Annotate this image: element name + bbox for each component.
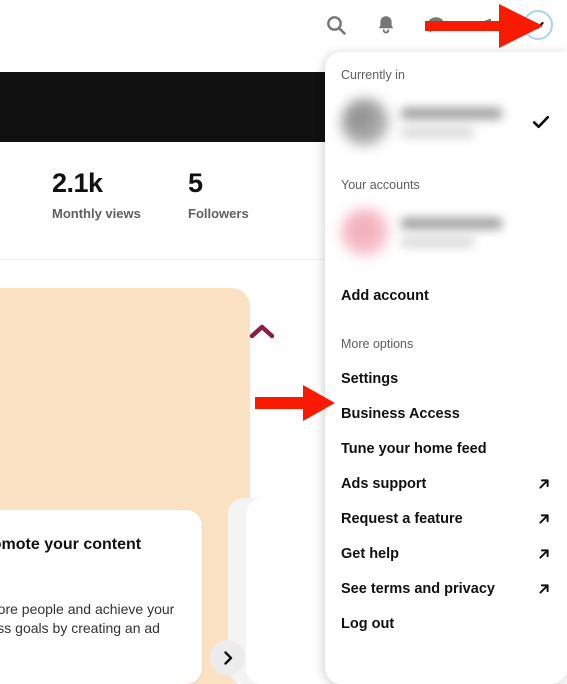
external-link-arrow-icon xyxy=(537,582,551,596)
top-icon-row xyxy=(323,10,553,40)
menu-item-label: Settings xyxy=(341,370,399,387)
menu-item-label: Log out xyxy=(341,615,395,632)
menu-item-tune-your-home-feed[interactable]: Tune your home feed xyxy=(325,431,567,466)
check-icon xyxy=(531,112,551,132)
stat-value: 2.1k xyxy=(52,168,103,198)
megaphone-icon[interactable] xyxy=(473,12,499,38)
external-link-arrow-icon xyxy=(537,512,551,526)
profile-cover-banner xyxy=(0,72,332,142)
stat-label: Monthly views xyxy=(52,206,141,221)
profile-stats: 2.1k Monthly views 5 Followers xyxy=(0,150,332,260)
add-account-label: Add account xyxy=(341,287,429,304)
avatar xyxy=(341,98,389,146)
menu-item-log-out[interactable]: Log out xyxy=(325,606,567,641)
menu-item-label: Business Access xyxy=(341,405,460,422)
your-accounts-label: Your accounts xyxy=(341,178,420,192)
menu-item-label: Ads support xyxy=(341,475,427,492)
menu-item-see-terms-and-privacy[interactable]: See terms and privacy xyxy=(325,571,567,606)
external-link-arrow-icon xyxy=(537,547,551,561)
bell-icon[interactable] xyxy=(373,12,399,38)
top-navigation-bar xyxy=(0,0,567,52)
promo-card[interactable]: Promote your content Reach more people a… xyxy=(0,510,202,684)
menu-item-label: See terms and privacy xyxy=(341,580,495,597)
stat-label: Followers xyxy=(188,206,249,221)
promo-card-body: Reach more people and achieve your busin… xyxy=(0,601,175,636)
stat-followers: 5 Followers xyxy=(188,168,249,222)
message-bubble-icon[interactable] xyxy=(423,12,449,38)
menu-item-label: Request a feature xyxy=(341,510,463,527)
current-account-row[interactable] xyxy=(325,90,567,154)
external-link-arrow-icon xyxy=(537,477,551,491)
account-name-redacted xyxy=(401,217,519,247)
other-account-row[interactable] xyxy=(325,200,567,264)
menu-item-business-access[interactable]: Business Access xyxy=(325,396,567,431)
menu-item-label: Get help xyxy=(341,545,400,562)
chevron-right-icon xyxy=(223,650,232,665)
carousel-next-button[interactable] xyxy=(210,640,245,675)
chevron-up-icon[interactable] xyxy=(249,322,275,345)
account-switcher-button[interactable] xyxy=(523,10,553,40)
avatar xyxy=(341,208,389,256)
menu-item-label: Tune your home feed xyxy=(341,440,487,457)
add-account-button[interactable]: Add account xyxy=(325,278,567,313)
menu-item-request-a-feature[interactable]: Request a feature xyxy=(325,501,567,536)
chevron-down-icon xyxy=(532,21,544,29)
account-name-redacted xyxy=(401,107,519,137)
more-options-label: More options xyxy=(341,337,414,351)
currently-in-label: Currently in xyxy=(341,68,405,82)
search-icon[interactable] xyxy=(323,12,349,38)
account-dropdown-menu: Currently in Your accounts Add account M… xyxy=(325,52,567,684)
stat-monthly-views: 2.1k Monthly views xyxy=(52,168,141,222)
menu-item-ads-support[interactable]: Ads support xyxy=(325,466,567,501)
menu-item-settings[interactable]: Settings xyxy=(325,361,567,396)
menu-item-get-help[interactable]: Get help xyxy=(325,536,567,571)
stat-value: 5 xyxy=(188,168,203,198)
promo-card-title: Promote your content xyxy=(0,536,142,553)
